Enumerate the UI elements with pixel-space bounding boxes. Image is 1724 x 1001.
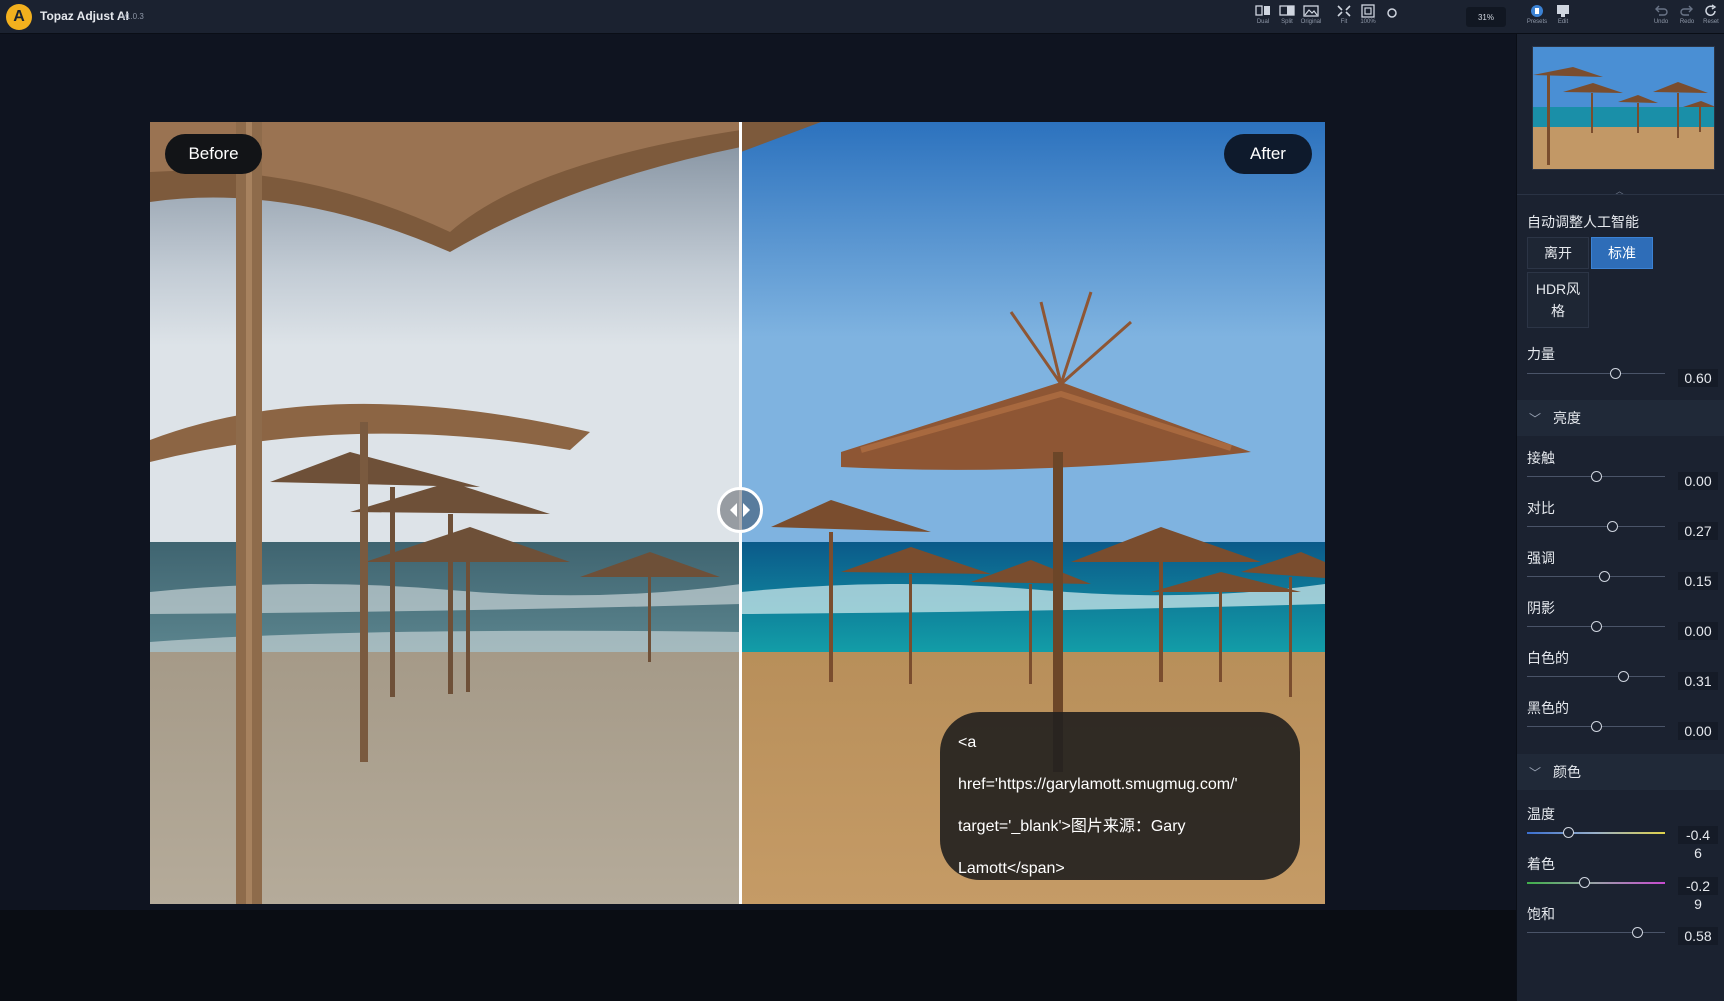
title-bar: A Topaz Adjust AI v1.0.3 Dual Split Orig… bbox=[0, 0, 1724, 34]
whites-value[interactable]: 0.31 bbox=[1678, 672, 1718, 690]
saturation-value[interactable]: 0.58 bbox=[1678, 927, 1718, 945]
left-right-arrows-icon bbox=[730, 503, 750, 517]
tint-value[interactable]: -0.2 9 bbox=[1678, 877, 1718, 913]
edit-icon bbox=[1557, 5, 1569, 17]
redo-icon bbox=[1680, 5, 1693, 16]
adjust-panel: ︿ 自动调整人工智能 离开 标准 HDR风格 力量 0.60 ﹀ 亮度 接触 0… bbox=[1516, 34, 1724, 1001]
after-label: After bbox=[1224, 134, 1312, 174]
mode-off-button[interactable]: 离开 bbox=[1527, 237, 1589, 269]
tint-slider-knob[interactable] bbox=[1579, 877, 1591, 888]
strength-slider-knob[interactable] bbox=[1609, 368, 1621, 379]
undo-icon bbox=[1655, 5, 1668, 16]
split-view-button[interactable]: Split bbox=[1276, 4, 1298, 30]
bottom-strip bbox=[0, 910, 1516, 1001]
reset-button[interactable]: Reset bbox=[1700, 4, 1722, 30]
image-credit-tooltip: <a href='https://garylamott.smugmug.com/… bbox=[940, 712, 1300, 880]
collapse-navigator-icon[interactable]: ︿ bbox=[1615, 184, 1624, 197]
zoom-circle-button[interactable] bbox=[1381, 4, 1403, 30]
saturation-slider-track[interactable] bbox=[1527, 932, 1665, 933]
contrast-slider-knob[interactable] bbox=[1607, 521, 1619, 532]
brightness-section-header[interactable]: ﹀ 亮度 bbox=[1517, 400, 1724, 436]
chevron-down-icon: ﹀ bbox=[1529, 765, 1542, 780]
temperature-slider-track[interactable] bbox=[1527, 832, 1665, 834]
exposure-label: 接触 bbox=[1527, 450, 1555, 466]
shadows-label: 阴影 bbox=[1527, 600, 1555, 616]
temperature-slider-knob[interactable] bbox=[1562, 827, 1574, 838]
shadows-slider-knob[interactable] bbox=[1590, 621, 1602, 632]
actual-size-icon bbox=[1361, 4, 1375, 18]
chevron-down-icon: ﹀ bbox=[1529, 411, 1542, 426]
actual-size-button[interactable]: 100% bbox=[1357, 4, 1379, 30]
temperature-value[interactable]: -0.4 6 bbox=[1678, 826, 1718, 862]
before-label: Before bbox=[165, 134, 262, 174]
temperature-label: 温度 bbox=[1527, 806, 1555, 822]
highlights-slider-track[interactable] bbox=[1527, 576, 1665, 577]
strength-label: 力量 bbox=[1527, 346, 1555, 362]
contrast-value[interactable]: 0.27 bbox=[1678, 522, 1718, 540]
reset-icon bbox=[1705, 4, 1717, 16]
fit-button[interactable]: Fit bbox=[1333, 4, 1355, 30]
shadows-value[interactable]: 0.00 bbox=[1678, 622, 1718, 640]
zoom-level[interactable]: 31% bbox=[1466, 7, 1506, 27]
saturation-label: 饱和 bbox=[1527, 906, 1555, 922]
presets-button[interactable]: Presets bbox=[1526, 4, 1548, 30]
mode-hdr-button[interactable]: HDR风格 bbox=[1527, 272, 1589, 328]
dual-view-button[interactable]: Dual bbox=[1252, 4, 1274, 30]
split-view-icon bbox=[1279, 5, 1295, 16]
exposure-slider-knob[interactable] bbox=[1590, 471, 1602, 482]
app-version: v1.0.3 bbox=[122, 12, 144, 21]
edit-button[interactable]: Edit bbox=[1552, 4, 1574, 30]
canvas-area: Before After <a href='https://garylamott… bbox=[0, 34, 1516, 910]
tint-label: 着色 bbox=[1527, 856, 1555, 872]
strength-value[interactable]: 0.60 bbox=[1678, 369, 1718, 387]
exposure-value[interactable]: 0.00 bbox=[1678, 472, 1718, 490]
tooltip-line: target='_blank'>图片来源：Gary bbox=[958, 818, 1186, 835]
highlights-slider-knob[interactable] bbox=[1598, 571, 1610, 582]
original-view-button[interactable]: Original bbox=[1300, 4, 1322, 30]
whites-label: 白色的 bbox=[1527, 650, 1569, 666]
circle-icon bbox=[1387, 8, 1397, 18]
undo-button[interactable]: Undo bbox=[1650, 4, 1672, 30]
app-title: Topaz Adjust AI bbox=[40, 9, 129, 23]
color-section-header[interactable]: ﹀ 颜色 bbox=[1517, 754, 1724, 790]
fit-icon bbox=[1337, 5, 1351, 17]
auto-ai-title: 自动调整人工智能 bbox=[1527, 214, 1639, 230]
contrast-label: 对比 bbox=[1527, 500, 1555, 516]
highlights-label: 强调 bbox=[1527, 550, 1555, 566]
dual-view-icon bbox=[1255, 5, 1270, 16]
blacks-value[interactable]: 0.00 bbox=[1678, 722, 1718, 740]
redo-button[interactable]: Redo bbox=[1676, 4, 1698, 30]
contrast-slider-track[interactable] bbox=[1527, 526, 1665, 527]
whites-slider-knob[interactable] bbox=[1618, 671, 1630, 682]
highlights-value[interactable]: 0.15 bbox=[1678, 572, 1718, 590]
mode-standard-button[interactable]: 标准 bbox=[1591, 237, 1653, 269]
tooltip-line: <a bbox=[958, 734, 977, 751]
blacks-label: 黑色的 bbox=[1527, 700, 1569, 716]
saturation-slider-knob[interactable] bbox=[1631, 927, 1643, 938]
blacks-slider-knob[interactable] bbox=[1590, 721, 1602, 732]
tint-slider-track[interactable] bbox=[1527, 882, 1665, 884]
app-logo-icon: A bbox=[6, 4, 32, 30]
panel-toolbar: Presets Edit Undo Redo Reset bbox=[1516, 0, 1724, 34]
panel-divider bbox=[1517, 194, 1724, 195]
presets-icon bbox=[1531, 5, 1543, 17]
original-view-icon bbox=[1303, 5, 1319, 17]
whites-slider-track[interactable] bbox=[1527, 676, 1665, 677]
navigator-thumbnail[interactable] bbox=[1532, 46, 1715, 170]
before-image bbox=[150, 122, 741, 904]
tooltip-line: href='https://garylamott.smugmug.com/' bbox=[958, 776, 1238, 793]
strength-slider-track[interactable] bbox=[1527, 373, 1665, 374]
comparison-view[interactable]: Before After <a href='https://garylamott… bbox=[150, 122, 1325, 904]
split-handle[interactable] bbox=[717, 487, 763, 533]
tooltip-line: Lamott</span> bbox=[958, 860, 1065, 877]
